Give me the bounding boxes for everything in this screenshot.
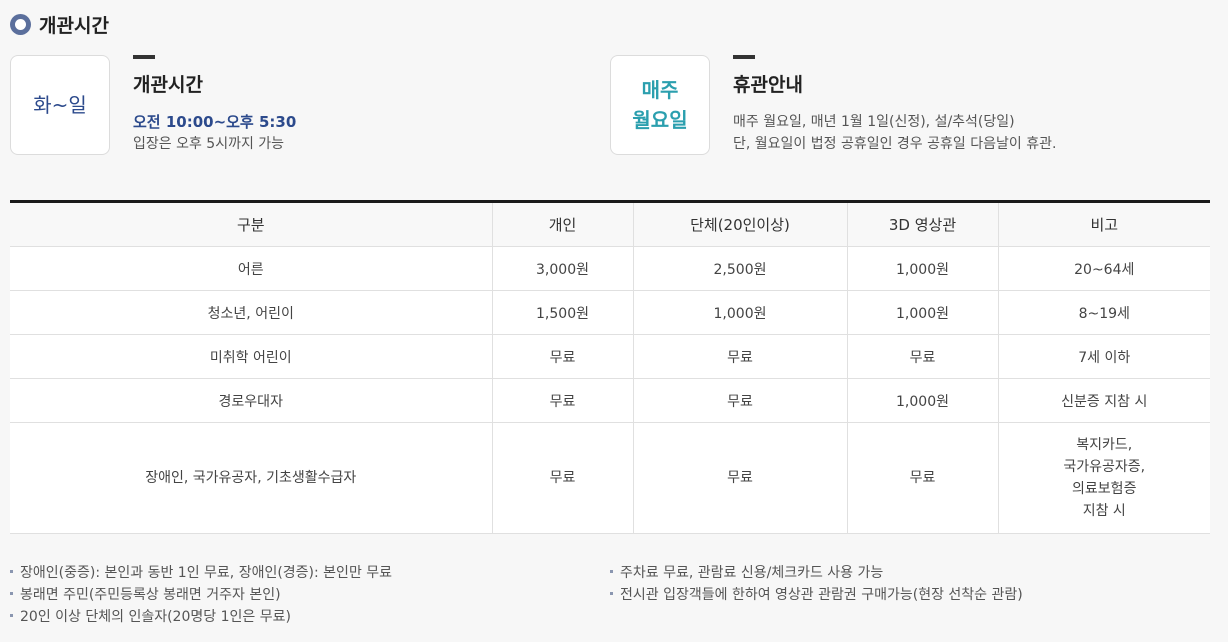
closed-days-box: 매주 월요일 [610, 55, 710, 155]
note-item: 봉래면 주민(주민등록상 봉래면 거주자 본인) [10, 584, 392, 606]
table-row: 어른 3,000원 2,500원 1,000원 20~64세 [10, 246, 1210, 291]
cell-3d-theater: 무료 [846, 422, 999, 534]
opening-hours-heading: 개관시간 [133, 74, 203, 96]
opening-days-label: 화~일 [33, 93, 87, 117]
closed-days-label-line1: 매주 [641, 78, 679, 102]
opening-hours-info: 개관시간 오전 10:00~오후 5:30 입장은 오후 5시까지 가능 [133, 55, 633, 155]
cell-individual: 무료 [491, 378, 634, 423]
header-category: 구분 [10, 201, 493, 247]
note-item: 20인 이상 단체의 인솔자(20명당 1인은 무료) [10, 606, 392, 628]
note-item: 장애인(중증): 본인과 동반 1인 무료, 장애인(경증): 본인만 무료 [10, 562, 392, 584]
cell-category: 장애인, 국가유공자, 기초생활수급자 [10, 422, 493, 534]
table-header-row: 구분 개인 단체(20인이상) 3D 영상관 비고 [10, 201, 1210, 247]
note-item: 전시관 입장객들에 한하여 영상관 관람권 구매가능(현장 선착순 관람) [610, 584, 1023, 606]
remarks-line: 국가유공자증, [1063, 459, 1146, 475]
header-group: 단체(20인이상) [632, 201, 848, 247]
table-row: 미취학 어린이 무료 무료 무료 7세 이하 [10, 334, 1210, 379]
heading-bar [133, 55, 155, 59]
admission-deadline-note: 입장은 오후 5시까지 가능 [133, 136, 285, 152]
cell-3d-theater: 1,000원 [846, 246, 999, 291]
closed-days-line1: 매주 월요일, 매년 1월 1일(신정), 설/추석(당일) [733, 114, 1015, 130]
cell-group: 1,000원 [632, 290, 848, 335]
cell-remarks: 8~19세 [997, 290, 1210, 335]
cell-remarks: 신분증 지참 시 [997, 378, 1210, 423]
circle-bullet-icon [10, 14, 31, 35]
cell-category: 어른 [10, 246, 493, 291]
cell-group: 2,500원 [632, 246, 848, 291]
closed-days-line2: 단, 월요일이 법정 공휴일인 경우 공휴일 다음날이 휴관. [733, 136, 1057, 152]
remarks-line: 지참 시 [1082, 503, 1126, 519]
cell-group: 무료 [632, 334, 848, 379]
table-row: 청소년, 어린이 1,500원 1,000원 1,000원 8~19세 [10, 290, 1210, 335]
cell-remarks: 복지카드, 국가유공자증, 의료보험증 지참 시 [997, 422, 1210, 534]
cell-individual: 무료 [491, 422, 634, 534]
closed-days-info: 휴관안내 매주 월요일, 매년 1월 1일(신정), 설/추석(당일) 단, 월… [733, 55, 1228, 155]
header-3d-theater: 3D 영상관 [846, 201, 999, 247]
cell-individual: 1,500원 [491, 290, 634, 335]
opening-hours-time: 오전 10:00~오후 5:30 [133, 113, 297, 131]
cell-3d-theater: 1,000원 [846, 290, 999, 335]
remarks-line: 의료보험증 [1072, 481, 1137, 497]
heading-bar [733, 55, 755, 59]
closed-days-heading: 휴관안내 [733, 74, 803, 96]
table-row: 장애인, 국가유공자, 기초생활수급자 무료 무료 무료 복지카드, 국가유공자… [10, 422, 1210, 534]
cell-category: 미취학 어린이 [10, 334, 493, 379]
cell-remarks: 20~64세 [997, 246, 1210, 291]
section-title-text: 개관시간 [39, 15, 109, 37]
cell-individual: 무료 [491, 334, 634, 379]
remarks-line: 복지카드, [1076, 437, 1133, 453]
header-individual: 개인 [491, 201, 634, 247]
cell-category: 청소년, 어린이 [10, 290, 493, 335]
cell-remarks: 7세 이하 [997, 334, 1210, 379]
cell-group: 무료 [632, 378, 848, 423]
cell-category: 경로우대자 [10, 378, 493, 423]
notes-right: 주차료 무료, 관람료 신용/체크카드 사용 가능 전시관 입장객들에 한하여 … [610, 562, 1023, 606]
note-item: 주차료 무료, 관람료 신용/체크카드 사용 가능 [610, 562, 1023, 584]
opening-days-box: 화~일 [10, 55, 110, 155]
closed-days-label-line2: 월요일 [632, 108, 688, 132]
cell-group: 무료 [632, 422, 848, 534]
header-remarks: 비고 [997, 201, 1210, 247]
cell-3d-theater: 1,000원 [846, 378, 999, 423]
admission-fee-table: 구분 개인 단체(20인이상) 3D 영상관 비고 어른 3,000원 2,50… [10, 200, 1210, 534]
cell-individual: 3,000원 [491, 246, 634, 291]
notes-left: 장애인(중증): 본인과 동반 1인 무료, 장애인(경증): 본인만 무료 봉… [10, 562, 392, 628]
table-row: 경로우대자 무료 무료 1,000원 신분증 지참 시 [10, 378, 1210, 423]
section-title: 개관시간 [10, 11, 109, 38]
cell-3d-theater: 무료 [846, 334, 999, 379]
